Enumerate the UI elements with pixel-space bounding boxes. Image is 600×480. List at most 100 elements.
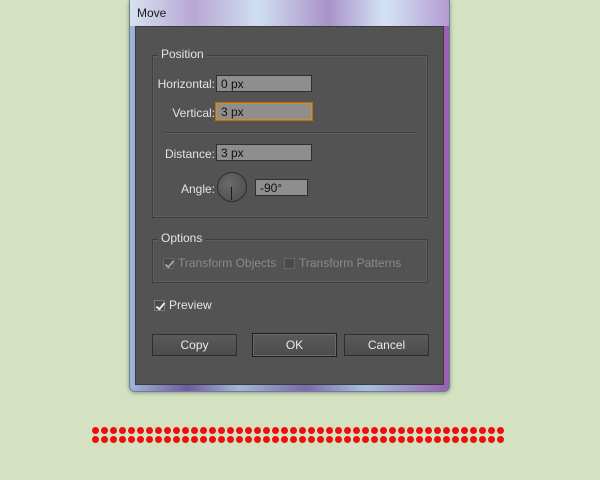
red-dot <box>470 436 477 443</box>
red-dot <box>236 427 243 434</box>
red-dot <box>308 436 315 443</box>
red-dot <box>182 427 189 434</box>
preview-option[interactable]: Preview <box>154 298 212 312</box>
red-dot <box>164 436 171 443</box>
red-dot <box>146 436 153 443</box>
options-group: Options Transform Objects Transform Patt… <box>152 231 428 283</box>
red-dot <box>173 436 180 443</box>
red-dot <box>137 427 144 434</box>
red-dot <box>146 427 153 434</box>
copy-button[interactable]: Copy <box>152 334 237 356</box>
red-dot <box>497 436 504 443</box>
dotted-line-artwork <box>92 427 508 451</box>
red-dot <box>218 427 225 434</box>
red-dot <box>425 436 432 443</box>
preview-label: Preview <box>169 298 212 312</box>
red-dot <box>272 436 279 443</box>
angle-input[interactable] <box>255 179 308 196</box>
red-dot <box>110 436 117 443</box>
red-dot <box>470 427 477 434</box>
red-dot <box>407 436 414 443</box>
red-dot <box>218 436 225 443</box>
dialog-body: Position Horizontal: Vertical: Distance:… <box>135 26 444 385</box>
red-dot <box>461 427 468 434</box>
red-dot <box>92 436 99 443</box>
red-dot <box>209 436 216 443</box>
position-separator <box>163 132 418 134</box>
red-dot <box>299 436 306 443</box>
red-dot <box>254 436 261 443</box>
red-dot <box>200 427 207 434</box>
position-group: Position Horizontal: Vertical: Distance:… <box>152 47 428 218</box>
red-dot <box>164 427 171 434</box>
red-dot <box>254 427 261 434</box>
red-dot <box>110 427 117 434</box>
red-dot <box>407 427 414 434</box>
red-dot <box>281 427 288 434</box>
distance-label: Distance: <box>164 147 215 161</box>
red-dot <box>92 427 99 434</box>
red-dot <box>317 436 324 443</box>
transform-objects-label: Transform Objects <box>178 256 277 270</box>
red-dot <box>317 427 324 434</box>
transform-patterns-option[interactable]: Transform Patterns <box>284 256 401 270</box>
red-dot <box>281 436 288 443</box>
transform-patterns-label: Transform Patterns <box>299 256 402 270</box>
options-group-label: Options <box>158 231 206 245</box>
red-dot <box>173 427 180 434</box>
red-dot <box>200 436 207 443</box>
red-dot <box>434 427 441 434</box>
red-dot <box>452 436 459 443</box>
red-dot <box>326 436 333 443</box>
red-dot <box>263 436 270 443</box>
red-dot <box>263 427 270 434</box>
red-dot <box>155 427 162 434</box>
distance-input[interactable] <box>216 144 312 161</box>
angle-dial-icon[interactable] <box>217 172 247 202</box>
red-dot <box>398 427 405 434</box>
red-dot <box>245 436 252 443</box>
red-dot <box>380 427 387 434</box>
red-dot <box>101 427 108 434</box>
title-bar[interactable]: Move <box>130 0 449 26</box>
red-dot <box>425 427 432 434</box>
red-dot <box>389 427 396 434</box>
red-dot <box>434 436 441 443</box>
move-dialog: Move Position Horizontal: Vertical: Dist… <box>129 0 450 392</box>
red-dot <box>371 427 378 434</box>
red-dot <box>416 436 423 443</box>
red-dot <box>227 436 234 443</box>
preview-checkbox[interactable] <box>154 299 165 311</box>
red-dot <box>452 427 459 434</box>
transform-patterns-checkbox[interactable] <box>284 257 295 269</box>
red-dot <box>326 427 333 434</box>
red-dot <box>290 427 297 434</box>
red-dot <box>182 436 189 443</box>
red-dot <box>128 436 135 443</box>
red-dot <box>353 436 360 443</box>
red-dot <box>191 427 198 434</box>
red-dot <box>443 427 450 434</box>
dialog-title: Move <box>137 6 167 20</box>
red-dot <box>335 427 342 434</box>
red-dot <box>479 436 486 443</box>
horizontal-input[interactable] <box>216 75 312 92</box>
red-dot <box>155 436 162 443</box>
red-dot <box>227 427 234 434</box>
red-dot <box>101 436 108 443</box>
red-dot <box>371 436 378 443</box>
red-dot <box>479 427 486 434</box>
red-dot <box>497 427 504 434</box>
transform-objects-option[interactable]: Transform Objects <box>163 256 276 270</box>
cancel-button[interactable]: Cancel <box>344 334 429 356</box>
red-dot <box>119 436 126 443</box>
red-dot <box>191 436 198 443</box>
red-dot <box>443 436 450 443</box>
red-dot <box>128 427 135 434</box>
ok-button[interactable]: OK <box>252 333 337 357</box>
vertical-input[interactable] <box>216 103 312 120</box>
red-dot <box>236 436 243 443</box>
red-dot <box>488 436 495 443</box>
transform-objects-checkbox[interactable] <box>163 257 174 269</box>
red-dot <box>488 427 495 434</box>
